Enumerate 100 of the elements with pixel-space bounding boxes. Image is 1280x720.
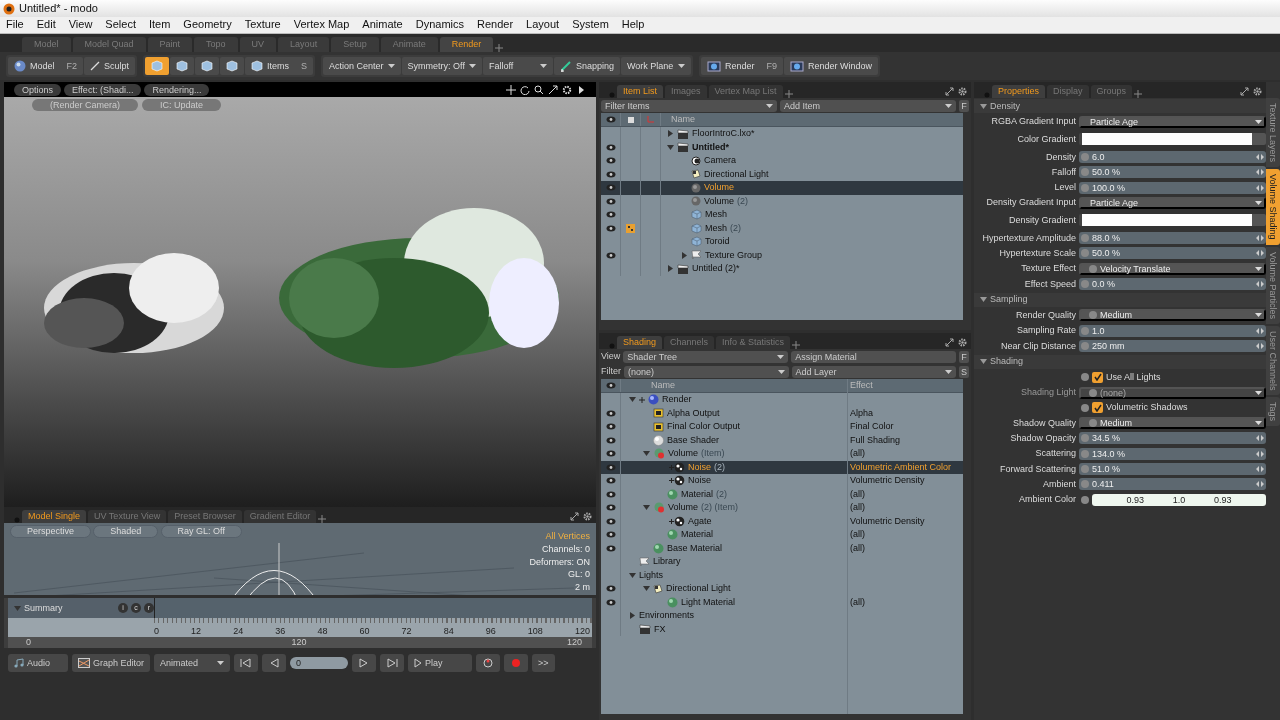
panel-tab[interactable]: Groups xyxy=(1090,85,1133,98)
panel-tab[interactable]: Item List xyxy=(617,85,663,98)
eye-icon[interactable] xyxy=(605,450,616,458)
panel-tab[interactable]: Channels xyxy=(664,336,715,349)
toolbar-dropdown[interactable]: Work Plane xyxy=(621,57,691,75)
expand-arrow-icon[interactable] xyxy=(629,571,636,579)
tree-row[interactable]: Material (2) (all) xyxy=(601,487,963,501)
settings-icon[interactable] xyxy=(958,338,967,347)
animation-dot-icon[interactable] xyxy=(1081,234,1089,243)
panel-tab[interactable]: UV Texture View xyxy=(88,510,167,523)
selection-mode-button[interactable] xyxy=(195,57,220,75)
animation-dot-icon[interactable] xyxy=(1089,264,1097,273)
animation-dot-icon[interactable] xyxy=(1081,434,1089,443)
number-field[interactable]: 1.0 xyxy=(1079,324,1266,337)
eye-icon[interactable] xyxy=(605,436,616,444)
toolbar-dropdown[interactable]: Falloff xyxy=(482,57,553,75)
animation-dot-icon[interactable] xyxy=(1081,280,1089,288)
panel-tab[interactable]: Vertex Map List xyxy=(708,85,783,98)
tree-row[interactable]: Mesh (2) xyxy=(601,221,963,235)
expand-arrow-icon[interactable] xyxy=(629,396,636,404)
maximize-icon[interactable] xyxy=(945,338,954,347)
side-tab[interactable]: Volume Particles xyxy=(1266,246,1280,324)
animation-dot-icon[interactable] xyxy=(1081,168,1089,177)
menu-item[interactable]: Animate xyxy=(362,18,403,32)
eye-icon[interactable] xyxy=(605,170,616,178)
maximize-icon[interactable] xyxy=(570,512,579,521)
add-tab-icon[interactable] xyxy=(784,90,793,98)
menu-item[interactable]: Geometry xyxy=(183,18,232,32)
number-field[interactable]: 50.0 % xyxy=(1079,166,1266,179)
animation-dot-icon[interactable] xyxy=(1089,311,1097,320)
dropdown-field[interactable]: Velocity Translate xyxy=(1079,262,1266,275)
graph-editor-button[interactable]: Graph Editor xyxy=(72,654,151,672)
panel-tab[interactable]: Gradient Editor xyxy=(243,510,317,523)
eye-icon[interactable] xyxy=(605,423,616,431)
key-button[interactable] xyxy=(476,654,501,672)
tree-row[interactable]: Mesh xyxy=(601,208,963,222)
play-button[interactable]: Play xyxy=(408,654,473,672)
layout-tab[interactable]: Render xyxy=(439,37,494,52)
add-item-dropdown[interactable]: Add Item xyxy=(780,99,956,112)
animation-dot-icon[interactable] xyxy=(1081,183,1089,192)
eye-icon[interactable] xyxy=(605,531,616,539)
tree-row[interactable]: Alpha Output Alpha xyxy=(601,406,963,420)
add-tab-icon[interactable] xyxy=(792,341,801,349)
panel-tab[interactable]: Info & Statistics xyxy=(716,336,791,349)
number-field[interactable]: 88.0 % xyxy=(1079,232,1266,245)
mode-dropdown[interactable]: Animated xyxy=(154,654,231,672)
expand-arrow-icon[interactable] xyxy=(643,585,650,593)
filter-dropdown[interactable]: (none) xyxy=(624,365,789,378)
move-icon[interactable] xyxy=(506,84,516,95)
number-field[interactable]: 134.0 % xyxy=(1079,447,1266,460)
collapse-arrow-icon[interactable] xyxy=(980,102,987,110)
eye-icon[interactable] xyxy=(605,504,616,512)
gradient-bar[interactable] xyxy=(1079,133,1266,146)
collapse-arrow-icon[interactable] xyxy=(980,358,987,366)
animation-dot-icon[interactable] xyxy=(1081,465,1089,473)
view-mode-button[interactable]: Shaded xyxy=(93,525,159,538)
side-tab[interactable]: User Channels xyxy=(1266,325,1280,396)
number-field[interactable]: 0.411 xyxy=(1079,478,1266,491)
tree-row[interactable]: Environments xyxy=(601,609,963,623)
panel-tab[interactable]: Model Single xyxy=(22,510,87,523)
tree-row[interactable]: Lights xyxy=(601,568,963,582)
add-tab-icon[interactable] xyxy=(495,44,504,52)
menu-item[interactable]: View xyxy=(68,18,93,32)
menu-item[interactable]: Edit xyxy=(36,18,56,32)
viewport-button[interactable]: Rendering... xyxy=(144,83,210,96)
tree-row[interactable]: Directional Light xyxy=(601,582,963,596)
tree-row[interactable]: Volume (2) (Item) (all) xyxy=(601,501,963,515)
number-field[interactable]: 100.0 % xyxy=(1079,181,1266,194)
eye-icon[interactable] xyxy=(605,116,616,123)
menu-item[interactable]: Layout xyxy=(526,18,560,32)
toolbar-button[interactable]: Sculpt xyxy=(84,57,136,75)
animation-dot-icon[interactable] xyxy=(1081,480,1089,489)
tree-row[interactable]: Noise Volumetric Density xyxy=(601,474,963,488)
number-field[interactable]: 34.5 % xyxy=(1079,432,1266,445)
eye-icon[interactable] xyxy=(605,490,616,498)
tree-row[interactable]: Noise (2) Volumetric Ambient Color xyxy=(601,460,963,474)
toolbar-dropdown[interactable]: Symmetry: Off xyxy=(401,57,482,75)
eye-icon[interactable] xyxy=(605,463,616,471)
selection-mode-button[interactable] xyxy=(145,57,170,75)
expand-arrow-icon[interactable] xyxy=(629,612,636,620)
record-button[interactable] xyxy=(504,654,529,672)
panel-tab[interactable]: Preset Browser xyxy=(168,510,242,523)
dropdown-field[interactable]: Particle Age xyxy=(1079,196,1266,209)
viewport-button[interactable]: IC: Update xyxy=(142,99,222,111)
side-tab[interactable]: Texture Layers xyxy=(1266,98,1280,168)
tree-row[interactable]: Library xyxy=(601,555,963,569)
menu-item[interactable]: Vertex Map xyxy=(293,18,350,32)
checkbox[interactable] xyxy=(1092,402,1103,414)
tree-row[interactable]: Texture Group xyxy=(601,248,963,262)
animation-dot-icon[interactable] xyxy=(1081,249,1089,258)
timeline-ruler[interactable]: 0 12 24 36 48 60 72 84 96 108 120 xyxy=(154,618,592,637)
tree-row[interactable]: Agate Volumetric Density xyxy=(601,514,963,528)
eye-icon[interactable] xyxy=(605,211,616,219)
add-tab-icon[interactable] xyxy=(1134,90,1143,98)
select-toggle-button[interactable]: S xyxy=(959,365,969,378)
selection-mode-button[interactable] xyxy=(170,57,195,75)
next-frame-button[interactable] xyxy=(352,654,377,672)
audio-button[interactable]: Audio xyxy=(8,654,68,672)
tree-row[interactable]: Volume (2) xyxy=(601,194,963,208)
number-field[interactable]: 0.0 % xyxy=(1079,278,1266,290)
